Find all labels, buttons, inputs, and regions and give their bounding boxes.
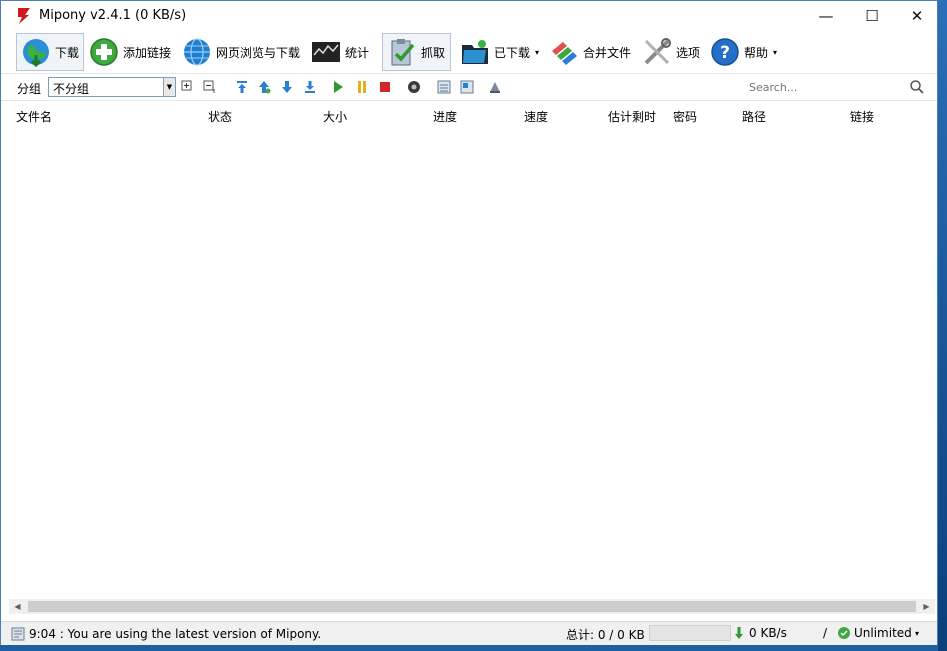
download-list-header: 文件名 状态 大小 进度 速度 估计剩时 密码 路径 链接 [1,101,937,127]
help-label: 帮助 [744,45,769,60]
expand-all-icon[interactable] [181,80,195,94]
close-button[interactable]: ✕ [894,1,940,31]
browse-download-button[interactable]: 网页浏览与下载 [178,33,306,71]
merge-files-icon [552,42,577,65]
green-plus-icon [90,38,118,66]
globe-icon [184,38,210,66]
horizontal-scrollbar[interactable]: ◀ ▶ [9,599,935,614]
column-header[interactable]: 估计剩时 [608,108,656,125]
speed-separator: / [823,626,828,640]
desktop-background [938,0,947,651]
search-input[interactable] [747,80,901,95]
download-arrow-icon [735,627,743,639]
mipony-logo-icon [18,8,30,24]
add-link-button[interactable]: 添加链接 [85,33,177,71]
statistics-label: 统计 [344,45,369,60]
scrollbar-thumb[interactable] [28,601,916,612]
merge-files-label: 合并文件 [583,45,632,60]
options-button[interactable]: 选项 [638,33,706,71]
minimize-icon: — [818,7,834,25]
browse-download-label: 网页浏览与下载 [216,45,301,60]
merge-files-button[interactable]: 合并文件 [545,33,637,71]
clipboard-check-icon [391,39,415,66]
downloaded-dropdown-icon[interactable]: ▾ [535,48,539,57]
total-progress-bar [649,625,731,641]
globe-download-icon [22,39,49,67]
group-filter-bar: 分组 不分组 ▼ [1,73,937,101]
close-icon: ✕ [910,7,924,25]
speed-limit-dropdown-icon[interactable]: ▾ [915,629,919,638]
statistics-button[interactable]: 统计 [307,33,373,71]
record-icon[interactable] [407,80,421,94]
column-header[interactable]: 路径 [742,108,766,125]
clear-icon[interactable] [488,80,502,94]
help-dropdown-icon[interactable]: ▾ [773,48,777,57]
column-header[interactable]: 速度 [524,108,548,125]
search-icon[interactable] [909,79,925,95]
move-down-icon[interactable] [280,80,294,94]
download-button[interactable]: 下载 [16,33,84,71]
speed-limit-icon [838,627,850,639]
group-select-value: 不分组 [53,82,90,96]
collapse-all-icon[interactable] [203,80,217,94]
column-header[interactable]: 状态 [208,108,232,125]
download-list[interactable] [1,127,937,597]
minimize-button[interactable]: — [803,1,849,31]
maximize-button[interactable]: ☐ [849,1,895,31]
move-up-icon[interactable] [257,80,271,94]
download-speed: 0 KB/s [749,626,787,640]
help-icon: ? [711,38,739,66]
start-icon[interactable] [331,80,345,94]
chart-monitor-icon [311,42,340,62]
window-title: Mipony v2.4.1 (0 KB/s) [39,8,187,23]
group-select[interactable]: 不分组 ▼ [48,77,176,97]
column-header[interactable]: 链接 [850,108,874,125]
options-label: 选项 [676,45,701,60]
column-header[interactable]: 大小 [323,108,347,125]
tools-icon [644,38,671,65]
scroll-right-icon[interactable]: ▶ [918,599,935,614]
grab-button[interactable]: 抓取 [382,33,451,71]
column-header[interactable]: 进度 [433,108,457,125]
main-toolbar: 下载 添加链接 网页浏览与下载 统计 抓取 已下载 ▾ 合并文件 选项 ? 帮助… [1,31,937,73]
column-header[interactable]: 密码 [673,108,697,125]
speed-limit-value[interactable]: Unlimited [854,626,912,640]
list-view-icon[interactable] [437,80,451,94]
downloaded-button[interactable]: 已下载 ▾ [456,33,544,71]
status-message: 9:04 : You are using the latest version … [11,625,327,643]
downloaded-label: 已下载 [494,45,531,60]
search-box [743,77,933,97]
status-message-text: 9:04 : You are using the latest version … [29,627,322,641]
folder-dark-icon [462,40,488,64]
stop-icon[interactable] [378,80,392,94]
grab-label: 抓取 [421,45,446,60]
app-window: Mipony v2.4.1 (0 KB/s) — ☐ ✕ 下载 添加链接 网页浏… [0,0,938,645]
help-button[interactable]: ? 帮助 ▾ [706,33,784,71]
svg-text:?: ? [720,43,730,63]
scroll-left-icon[interactable]: ◀ [9,599,26,614]
detail-view-icon[interactable] [460,80,474,94]
add-link-label: 添加链接 [123,45,172,60]
column-header[interactable]: 文件名 [16,108,52,125]
move-top-icon[interactable] [235,80,249,94]
total-size: 总计: 0 / 0 KB [566,628,645,642]
title-bar: Mipony v2.4.1 (0 KB/s) — ☐ ✕ [1,1,937,31]
chevron-down-icon[interactable]: ▼ [163,78,175,96]
move-bottom-icon[interactable] [303,80,317,94]
download-label: 下载 [54,45,79,60]
pause-icon[interactable] [355,80,369,94]
group-label: 分组 [17,82,42,96]
log-icon [11,627,25,641]
status-bar: 9:04 : You are using the latest version … [1,621,937,645]
maximize-icon: ☐ [865,7,879,25]
